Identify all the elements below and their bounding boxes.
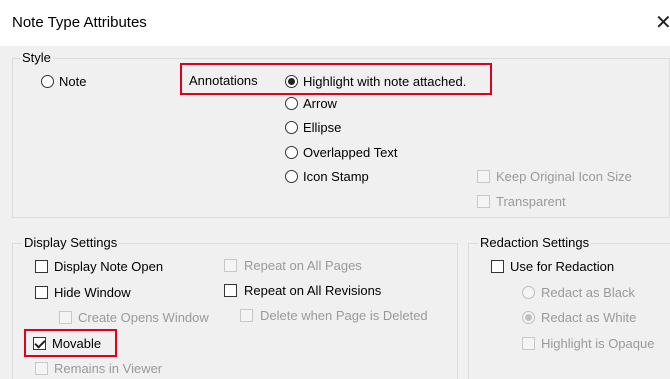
arrow-radio[interactable] [285,97,298,110]
style-group-label: Style [20,50,53,65]
ellipse-label: Ellipse [303,120,342,135]
hide-window-checkbox[interactable] [35,286,48,299]
overlapped-text-label: Overlapped Text [303,145,398,160]
title-bar: Note Type Attributes ✕ [0,0,670,46]
create-opens-window-label: Create Opens Window [78,310,209,325]
redact-as-black-label: Redact as Black [541,285,635,300]
highlight-is-opaque-label: Highlight is Opaque [541,336,655,351]
note-radio[interactable] [41,75,54,88]
repeat-on-all-revisions-label: Repeat on All Revisions [244,283,382,298]
use-for-redaction-label: Use for Redaction [510,259,615,274]
note-radio-label: Note [59,74,87,89]
hide-window-label: Hide Window [54,285,131,300]
transparent-label: Transparent [496,194,566,209]
display-note-open-checkbox[interactable] [35,260,48,273]
window-title: Note Type Attributes [12,14,147,31]
display-note-open-label: Display Note Open [54,259,164,274]
close-icon[interactable]: ✕ [655,10,670,35]
redact-as-white-radio[interactable] [522,311,535,324]
redact-as-white-label: Redact as White [541,310,637,325]
overlapped-text-radio[interactable] [285,146,298,159]
transparent-checkbox[interactable] [477,195,490,208]
create-opens-window-checkbox[interactable] [59,311,72,324]
ellipse-radio[interactable] [285,121,298,134]
remains-in-viewer-checkbox[interactable] [35,362,48,375]
repeat-on-all-pages-label: Repeat on All Pages [244,258,362,273]
repeat-on-all-revisions-checkbox[interactable] [224,284,237,297]
icon-stamp-radio[interactable] [285,170,298,183]
highlight-is-opaque-checkbox[interactable] [522,337,535,350]
display-settings-label: Display Settings [22,235,120,250]
icon-stamp-label: Icon Stamp [303,169,369,184]
repeat-on-all-pages-checkbox[interactable] [224,259,237,272]
arrow-label: Arrow [303,96,337,111]
redaction-settings-label: Redaction Settings [478,235,592,250]
use-for-redaction-checkbox[interactable] [491,260,504,273]
keep-original-icon-size-checkbox[interactable] [477,170,490,183]
keep-original-icon-size-label: Keep Original Icon Size [496,169,632,184]
annotations-highlight-box [180,63,492,95]
delete-when-page-deleted-checkbox[interactable] [240,309,253,322]
redact-as-black-radio[interactable] [522,286,535,299]
remains-in-viewer-label: Remains in Viewer [54,361,163,376]
delete-when-page-deleted-label: Delete when Page is Deleted [260,308,428,323]
movable-highlight-box [24,329,117,357]
